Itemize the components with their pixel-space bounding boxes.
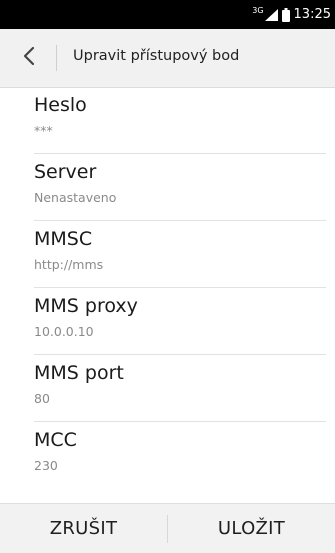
- setting-value: http://mms: [34, 257, 104, 272]
- setting-title: MMSC: [34, 228, 93, 250]
- setting-title: Heslo: [34, 94, 87, 116]
- setting-value: ***: [34, 123, 53, 138]
- header-divider: [56, 45, 57, 71]
- signal-bars-icon: [264, 8, 278, 21]
- page-title: Upravit přístupový bod: [73, 48, 240, 64]
- setting-title: MMS port: [34, 362, 124, 384]
- action-bar: ZRUŠIT ULOŽIT: [0, 503, 335, 553]
- save-button[interactable]: ULOŽIT: [168, 504, 335, 553]
- chevron-left-icon: [23, 46, 35, 70]
- setting-value: 80: [34, 391, 50, 406]
- setting-title: MCC: [34, 429, 77, 451]
- clock: 13:25: [293, 7, 331, 22]
- setting-item-mms-proxy[interactable]: MMS proxy 10.0.0.10: [34, 288, 326, 355]
- setting-item-mmsc[interactable]: MMSC http://mms: [34, 221, 326, 288]
- header-bar: Upravit přístupový bod: [0, 29, 335, 88]
- status-bar: 3G 13:25: [0, 0, 335, 29]
- cancel-button[interactable]: ZRUŠIT: [0, 504, 167, 553]
- setting-title: MMS proxy: [34, 295, 138, 317]
- setting-value: Nenastaveno: [34, 190, 117, 205]
- setting-item-mms-port[interactable]: MMS port 80: [34, 355, 326, 422]
- setting-item-server[interactable]: Server Nenastaveno: [34, 154, 326, 221]
- setting-item-password[interactable]: Heslo ***: [34, 87, 326, 154]
- setting-item-mcc[interactable]: MCC 230: [34, 422, 326, 488]
- back-button[interactable]: [14, 43, 44, 73]
- battery-icon: [281, 7, 290, 22]
- setting-value: 230: [34, 458, 58, 473]
- setting-value: 10.0.0.10: [34, 324, 94, 339]
- screen: 3G 13:25 Upravit přístupový bod Heslo **…: [0, 0, 335, 553]
- status-indicators: 3G 13:25: [252, 0, 331, 29]
- network-type-label: 3G: [252, 6, 264, 15]
- settings-list: Heslo *** Server Nenastaveno MMSC http:/…: [0, 87, 335, 488]
- setting-title: Server: [34, 161, 97, 183]
